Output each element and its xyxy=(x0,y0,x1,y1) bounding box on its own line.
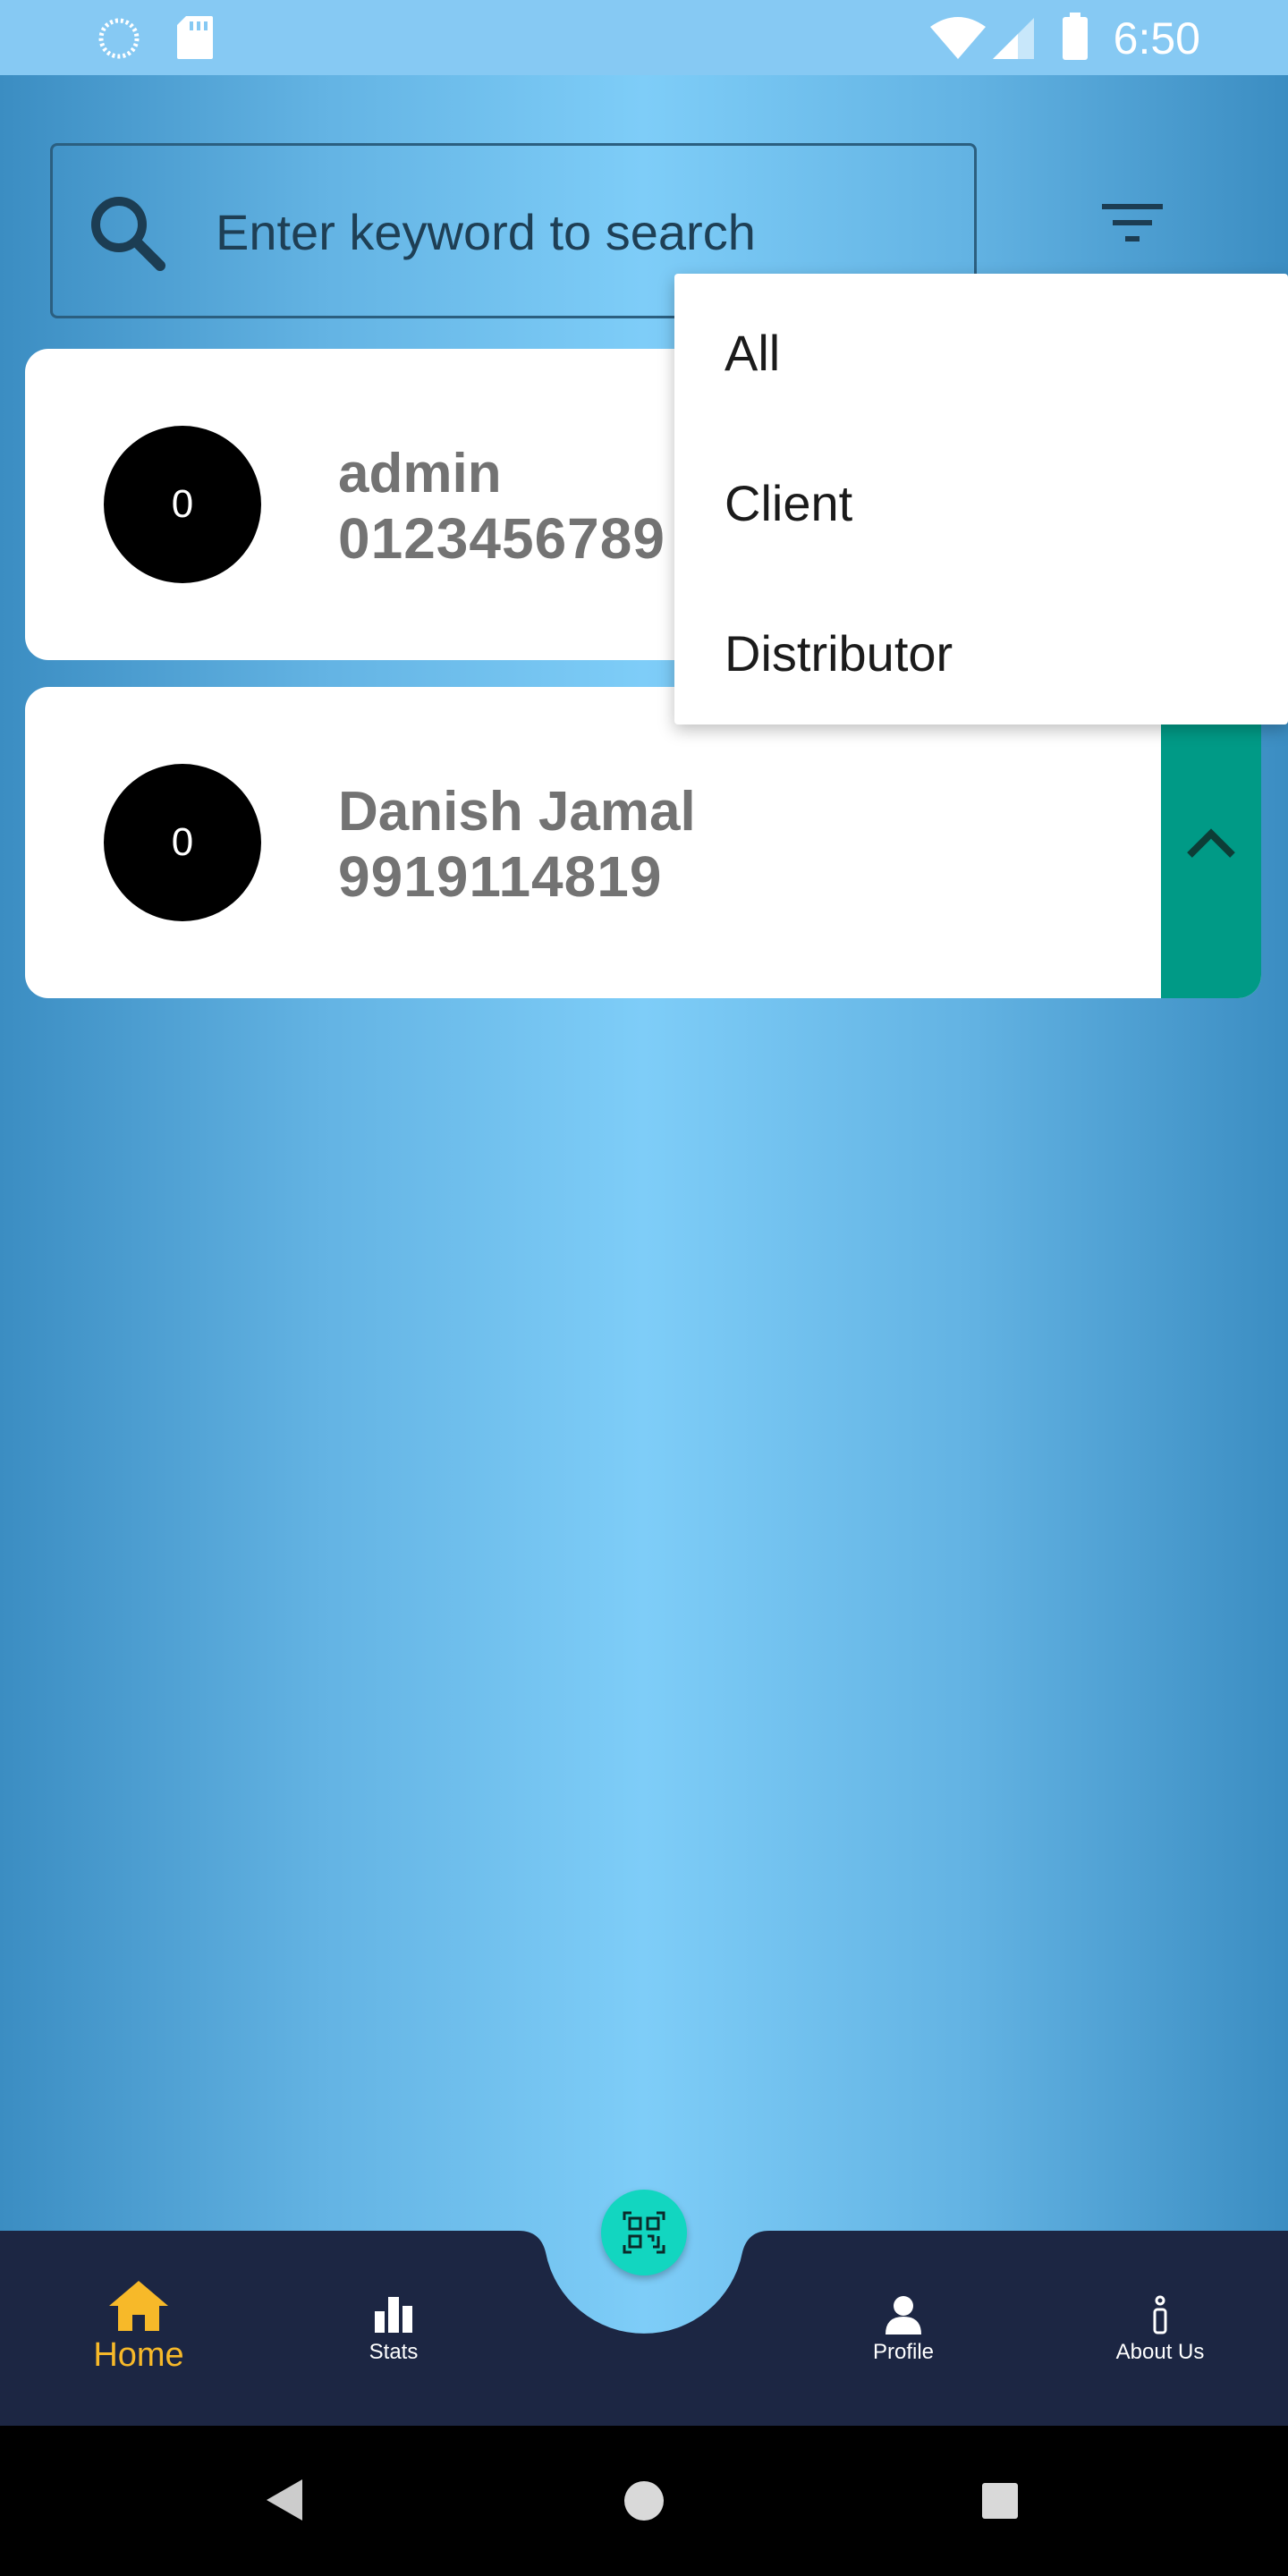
contact-phone: 9919114819 xyxy=(338,844,663,909)
avatar: 0 xyxy=(104,764,261,921)
home-circle-icon[interactable] xyxy=(623,2479,665,2522)
menu-item-client[interactable]: Client xyxy=(724,474,852,532)
filter-icon xyxy=(1102,204,1163,242)
contact-card[interactable]: 0 Danish Jamal 9919114819 xyxy=(25,687,1261,998)
signal-icon xyxy=(993,18,1034,59)
home-icon xyxy=(109,2281,168,2331)
contact-name: admin xyxy=(338,443,502,504)
back-icon[interactable] xyxy=(263,2478,308,2522)
recents-icon[interactable] xyxy=(980,2481,1020,2521)
nav-home[interactable]: Home xyxy=(63,2279,215,2422)
bar-chart-icon xyxy=(375,2297,412,2333)
system-navigation-bar xyxy=(0,2426,1288,2576)
info-icon xyxy=(1153,2295,1167,2334)
avatar: 0 xyxy=(104,426,261,583)
expand-button[interactable] xyxy=(1161,687,1261,998)
nav-profile-label: Profile xyxy=(872,2340,935,2364)
search-icon xyxy=(91,197,165,271)
battery-icon xyxy=(1063,13,1088,60)
nav-profile[interactable]: Profile xyxy=(850,2295,957,2420)
contact-phone: 0123456789 xyxy=(338,506,665,571)
nav-about-us-label: About Us xyxy=(1115,2340,1205,2364)
nav-stats[interactable]: Stats xyxy=(340,2295,447,2420)
nav-home-label: Home xyxy=(93,2336,184,2374)
nav-about-us[interactable]: About Us xyxy=(1100,2295,1220,2420)
sync-icon xyxy=(98,18,140,59)
scan-qr-button[interactable] xyxy=(601,2190,687,2275)
menu-item-all[interactable]: All xyxy=(724,324,780,382)
contact-name: Danish Jamal xyxy=(338,781,696,843)
chevron-up-icon xyxy=(1187,828,1235,858)
wifi-icon xyxy=(930,17,986,59)
nav-stats-label: Stats xyxy=(369,2340,419,2364)
qr-code-icon xyxy=(623,2211,665,2254)
menu-item-distributor[interactable]: Distributor xyxy=(724,624,953,682)
status-time: 6:50 xyxy=(1113,13,1200,64)
status-bar: 6:50 xyxy=(0,0,1288,75)
filter-button[interactable] xyxy=(1095,197,1170,250)
user-icon xyxy=(886,2296,921,2334)
sd-card-icon xyxy=(177,16,213,59)
filter-menu: All Client Distributor xyxy=(674,274,1288,724)
